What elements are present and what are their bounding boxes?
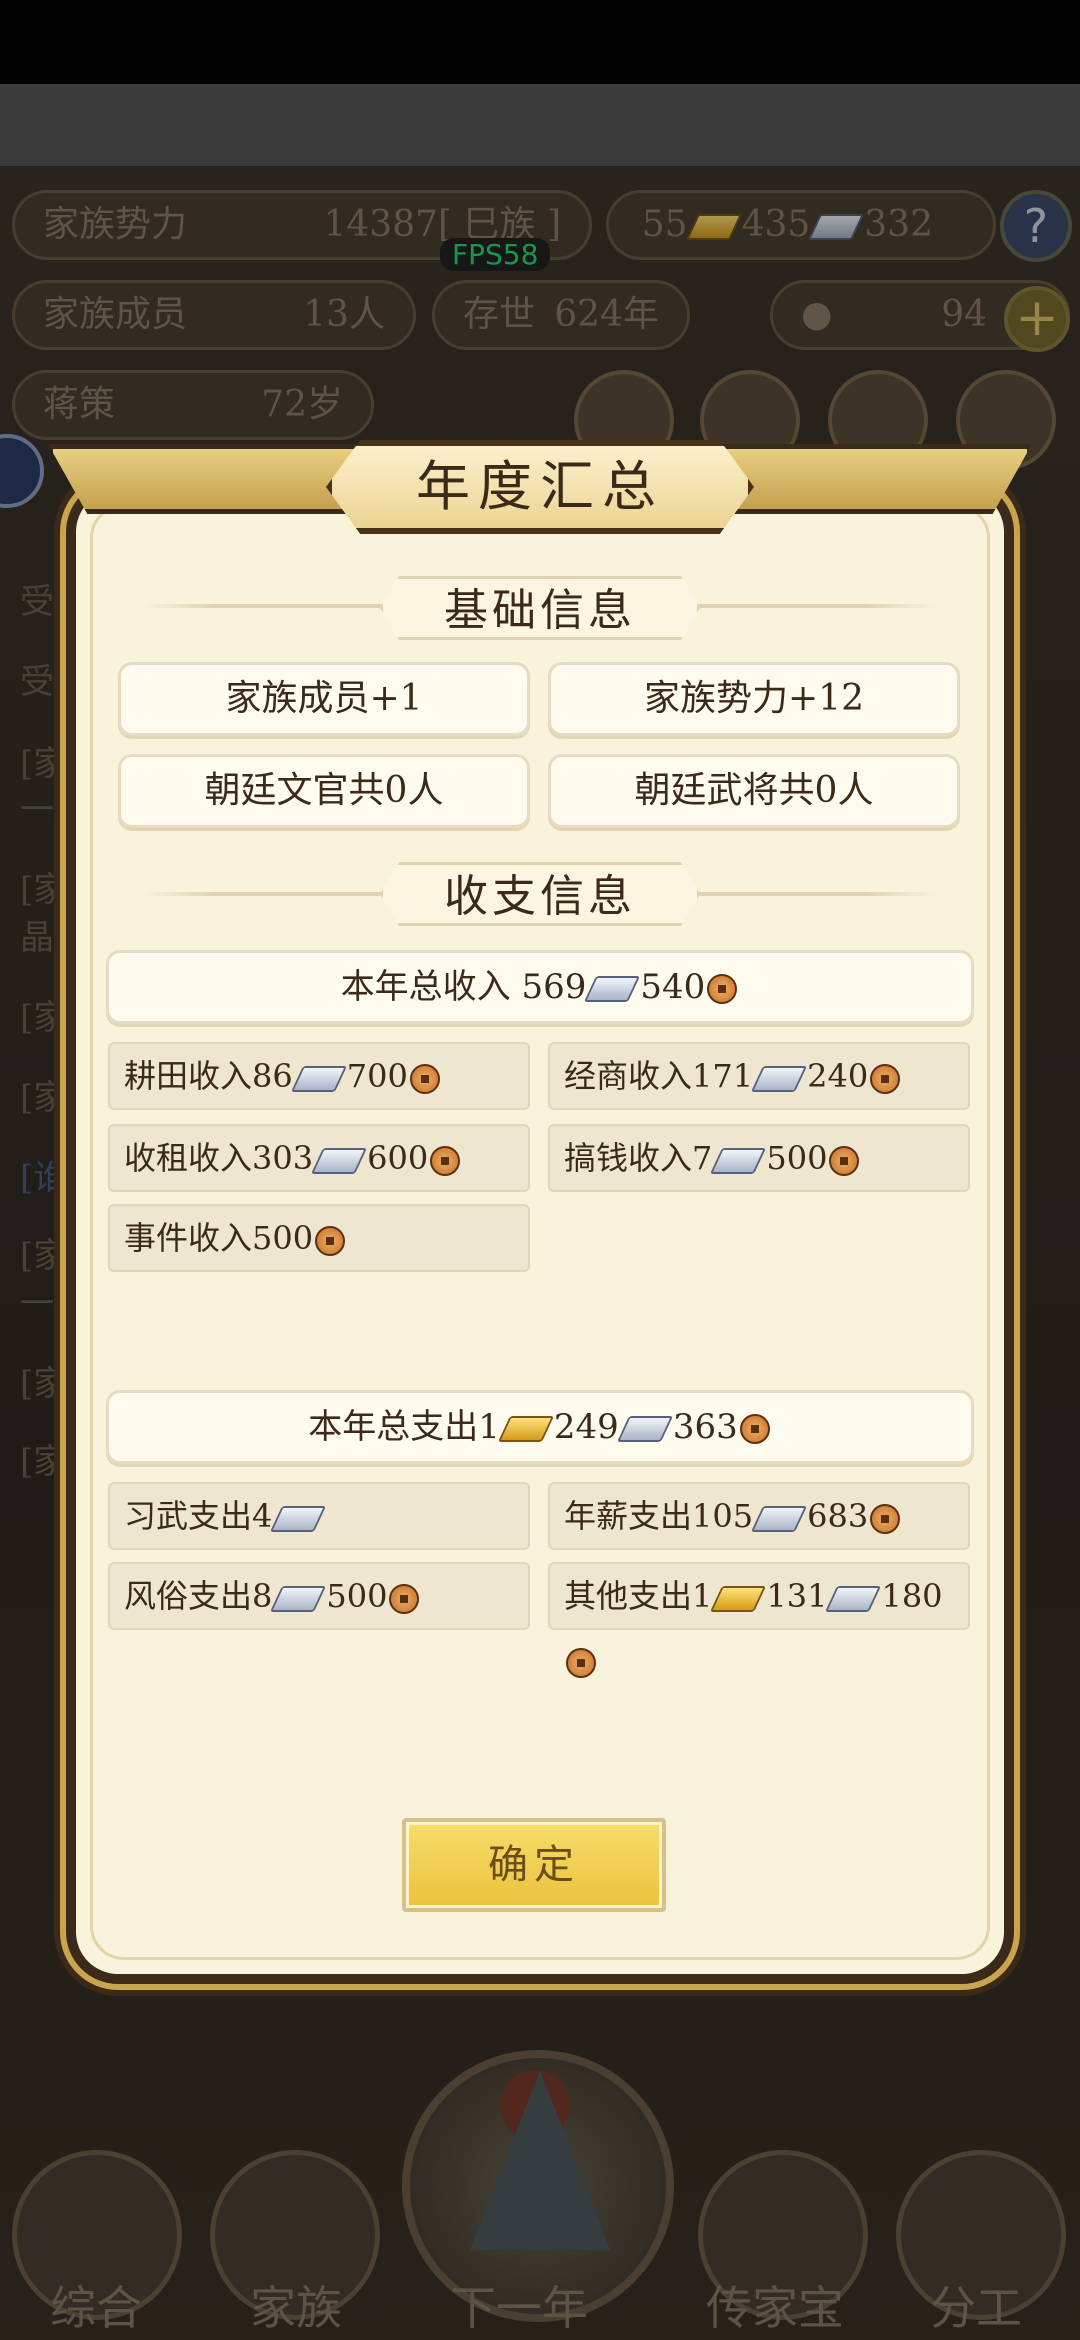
income-events: 事件收入500 [108,1204,530,1272]
top-bar [0,84,1080,166]
income-expense-heading: 收支信息 [380,862,700,926]
divider [142,604,382,608]
copper-coin-icon [739,1414,770,1444]
silver-ingot-icon [290,1065,347,1092]
divider [698,604,938,608]
silver-ingot-icon [825,1585,882,1612]
total-expense-label: 本年总支出 [308,1407,479,1447]
income-farming: 耕田收入86 700 [108,1042,530,1110]
silver-ingot-icon [616,1416,673,1442]
copper-coin-icon [870,1063,901,1094]
copper-coin-icon [389,1583,420,1614]
confirm-button[interactable]: 确定 [402,1818,666,1912]
silver-ingot-icon [710,1147,767,1174]
dialog-title: 年度汇总 [416,455,664,518]
total-income-label: 本年总收入 [340,967,511,1007]
expense-salary: 年薪支出105 683 [548,1482,970,1550]
silver-ingot-icon [270,1585,327,1612]
info-family-power: 家族势力+12 [548,662,960,736]
divider [698,892,938,896]
total-expense: 本年总支出1 249 363 [106,1390,974,1464]
copper-coin-icon [566,1647,596,1678]
info-civil-officials: 朝廷文官共0人 [118,754,530,828]
silver-ingot-icon [751,1505,808,1532]
copper-coin-icon [707,974,738,1004]
silver-ingot-icon [270,1505,327,1532]
total-income: 本年总收入 569 540 [106,950,974,1024]
income-money-making: 搞钱收入7 500 [548,1124,970,1192]
expense-martial: 习武支出4 [108,1482,530,1550]
status-bar [0,0,1080,84]
copper-coin-icon [430,1145,461,1176]
expense-customs: 风俗支出8 500 [108,1562,530,1630]
copper-coin-icon [315,1225,346,1256]
gold-ingot-icon [497,1416,554,1442]
copper-coin-icon [409,1063,440,1094]
silver-ingot-icon [751,1065,808,1092]
copper-coin-icon [829,1145,860,1176]
basic-info-heading: 基础信息 [380,576,700,640]
info-military-generals: 朝廷武将共0人 [548,754,960,828]
income-rent: 收租收入303 600 [108,1124,530,1192]
divider [142,892,382,896]
info-family-members: 家族成员+1 [118,662,530,736]
silver-ingot-icon [584,976,641,1002]
expense-other: 其他支出1 131 180 [548,1562,970,1678]
gold-ingot-icon [710,1585,767,1612]
income-trade: 经商收入171 240 [548,1042,970,1110]
copper-coin-icon [870,1503,901,1534]
silver-ingot-icon [311,1147,368,1174]
